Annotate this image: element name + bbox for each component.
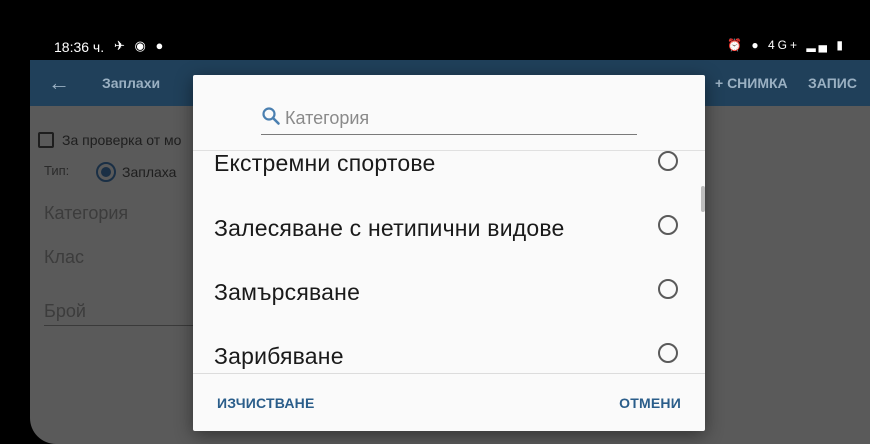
status-left-icons: ✈ ◉ ●: [114, 38, 166, 54]
list-item-label: Екстремни спортове: [214, 151, 436, 176]
battery-icon: ▮: [836, 38, 846, 52]
status-right-icons: ⏰ ● 4G+ ▂▄ ▮: [727, 38, 846, 52]
messenger-icon: ●: [155, 38, 167, 53]
location-icon: ●: [751, 38, 762, 52]
search-input[interactable]: [285, 105, 630, 131]
count-field-underline: [44, 325, 194, 326]
list-item-label: Зарибяване: [214, 343, 344, 369]
list-item-label: Замърсяване: [214, 279, 361, 305]
category-dialog: Екстремни спортове Залесяване с нетипичн…: [193, 75, 705, 431]
list-item[interactable]: Зарибяване: [193, 335, 705, 373]
list-item[interactable]: Екстремни спортове: [193, 151, 705, 207]
list-item-radio[interactable]: [658, 151, 678, 171]
search-icon: [262, 107, 280, 125]
phone-screen: 18:36 ч. ✈ ◉ ● ⏰ ● 4G+ ▂▄ ▮ ← Заплахи + …: [0, 0, 870, 444]
type-threat-label: Заплаха: [122, 164, 177, 180]
dialog-divider-bottom: [193, 373, 705, 374]
class-field[interactable]: Клас: [44, 247, 84, 268]
category-field[interactable]: Категория: [44, 203, 128, 224]
list-item-label: Залесяване с нетипични видове: [214, 215, 565, 241]
list-item-radio[interactable]: [658, 343, 678, 363]
clear-button[interactable]: ИЗЧИСТВАНЕ: [217, 395, 314, 411]
4g-icon: 4G+: [767, 38, 800, 52]
screen-record-icon: ◉: [134, 38, 149, 53]
list-item[interactable]: Залесяване с нетипични видове: [193, 207, 705, 263]
back-arrow-icon[interactable]: ←: [48, 70, 70, 96]
add-photo-button[interactable]: + СНИМКА: [715, 75, 788, 91]
navigation-icon: ✈: [114, 38, 128, 53]
list-item[interactable]: Замърсяване: [193, 271, 705, 327]
list-scrollbar[interactable]: [701, 186, 705, 212]
save-button[interactable]: ЗАПИС: [808, 75, 857, 91]
verification-checkbox[interactable]: [38, 132, 54, 148]
count-field[interactable]: Брой: [44, 301, 86, 322]
signal-icon: ▂▄: [806, 38, 831, 52]
type-threat-radio[interactable]: [96, 162, 116, 182]
dialog-search: [261, 103, 637, 135]
list-item-radio[interactable]: [658, 279, 678, 299]
status-bar: 18:36 ч. ✈ ◉ ● ⏰ ● 4G+ ▂▄ ▮: [0, 30, 870, 60]
cancel-button[interactable]: ОТМЕНИ: [619, 395, 681, 411]
alarm-icon: ⏰: [727, 38, 746, 52]
category-list: Екстремни спортове Залесяване с нетипичн…: [193, 151, 705, 373]
type-label: Тип:: [44, 163, 70, 178]
verification-checkbox-label: За проверка от мо: [62, 132, 182, 148]
list-item-radio[interactable]: [658, 215, 678, 235]
status-time: 18:36 ч.: [54, 39, 105, 55]
app-title: Заплахи: [102, 75, 161, 91]
